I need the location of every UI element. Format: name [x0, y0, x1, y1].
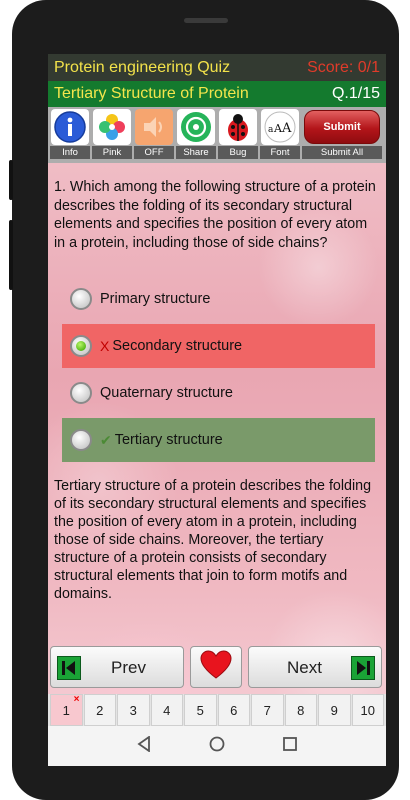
page-number-2[interactable]: 2	[83, 694, 116, 726]
android-navigation-bar	[48, 726, 386, 766]
option-label: Tertiary structure	[114, 432, 223, 448]
app-title: Protein engineering Quiz	[54, 58, 231, 76]
submit-all-group: Submit Submit All	[302, 109, 382, 161]
info-button[interactable]: Info	[50, 109, 90, 161]
option-secondary[interactable]: X Secondary structure	[62, 324, 375, 368]
submit-all-label: Submit All	[302, 146, 382, 159]
font-label: Font	[260, 146, 300, 159]
submit-button[interactable]: Submit	[304, 110, 380, 144]
topic-bar: Tertiary Structure of Protein Q.1/15	[48, 81, 386, 107]
share-label: Share	[176, 146, 216, 159]
radio-button[interactable]	[70, 288, 92, 310]
navigation-row: Prev Next	[50, 646, 384, 688]
bug-label: Bug	[218, 146, 258, 159]
question-text: 1. Which among the following structure o…	[54, 179, 376, 251]
page-number-label: 1	[62, 702, 70, 718]
page-number-4[interactable]: 4	[150, 694, 183, 726]
back-icon[interactable]	[137, 734, 151, 757]
speaker-icon	[135, 109, 173, 145]
page-number-label: 3	[129, 702, 137, 718]
favorite-button[interactable]	[190, 646, 242, 688]
page-number-5[interactable]: 5	[184, 694, 217, 726]
toolbar: Info Pink OFF Share Bug a A A Font Submi…	[48, 107, 386, 163]
page-number-3[interactable]: 3	[117, 694, 150, 726]
home-icon[interactable]	[209, 736, 225, 757]
info-label: Info	[50, 146, 90, 159]
submit-button-wrap: Submit	[302, 109, 382, 145]
share-button[interactable]: Share	[176, 109, 216, 161]
heart-icon	[200, 649, 232, 685]
radio-button-selected[interactable]	[70, 335, 92, 357]
page-number-label: 5	[196, 702, 204, 718]
theme-label: Pink	[92, 146, 132, 159]
share-icon	[177, 109, 215, 145]
bug-report-button[interactable]: Bug	[218, 109, 258, 161]
correct-check-icon: ✔	[100, 431, 112, 448]
page-number-label: 8	[297, 702, 305, 718]
topic-title: Tertiary Structure of Protein	[54, 85, 249, 102]
option-label: Secondary structure	[112, 338, 243, 354]
next-button[interactable]: Next	[248, 646, 382, 688]
page-number-9[interactable]: 9	[318, 694, 351, 726]
font-size-icon: aAA	[261, 109, 299, 145]
page-number-1[interactable]: 1 ×	[50, 694, 83, 726]
font-size-button[interactable]: aAA Font	[260, 109, 300, 161]
score-label: Score: 0/1	[307, 58, 380, 76]
info-icon	[51, 109, 89, 145]
recents-icon[interactable]	[283, 736, 297, 756]
prev-arrow-icon	[57, 656, 81, 680]
page-number-label: 4	[163, 702, 171, 718]
prev-button[interactable]: Prev	[50, 646, 184, 688]
wrong-mark-icon: X	[100, 338, 110, 354]
page-number-7[interactable]: 7	[251, 694, 284, 726]
option-quaternary[interactable]: Quaternary structure	[62, 371, 375, 415]
svg-text:A: A	[281, 121, 292, 136]
earpiece	[184, 18, 228, 23]
option-primary[interactable]: Primary structure	[62, 277, 375, 321]
question-page-strip: 1 × 2 3 4 5 6 7 8 9 10	[48, 694, 386, 726]
page-number-label: 7	[263, 702, 271, 718]
app-screen: Protein engineering Quiz Score: 0/1 Tert…	[48, 54, 386, 766]
prev-label: Prev	[111, 658, 146, 677]
radio-button[interactable]	[70, 382, 92, 404]
page-number-10[interactable]: 10	[351, 694, 384, 726]
phone-frame: Protein engineering Quiz Score: 0/1 Tert…	[9, 0, 399, 800]
option-label: Primary structure	[100, 291, 211, 307]
option-tertiary[interactable]: ✔ Tertiary structure	[62, 418, 375, 462]
radio-selected-dot	[76, 341, 86, 351]
next-arrow-icon	[351, 656, 375, 680]
radio-button[interactable]	[70, 429, 92, 451]
option-label: Quaternary structure	[100, 385, 233, 401]
page-number-label: 2	[96, 702, 104, 718]
volume-button	[9, 160, 13, 200]
theme-button[interactable]: Pink	[92, 109, 132, 161]
ladybug-icon	[219, 109, 257, 145]
page-number-8[interactable]: 8	[284, 694, 317, 726]
answer-explanation: Tertiary structure of a protein describe…	[54, 478, 372, 602]
next-label: Next	[287, 658, 322, 677]
sound-toggle[interactable]: OFF	[134, 109, 174, 161]
power-button	[9, 220, 13, 290]
page-number-label: 6	[230, 702, 238, 718]
question-counter: Q.1/15	[331, 85, 380, 102]
wrong-answer-marker: ×	[73, 694, 80, 705]
color-palette-icon	[93, 109, 131, 145]
page-number-label: 9	[330, 702, 338, 718]
title-bar: Protein engineering Quiz Score: 0/1	[48, 54, 386, 81]
page-number-label: 10	[360, 702, 375, 718]
sound-label: OFF	[134, 146, 174, 159]
page-number-6[interactable]: 6	[217, 694, 250, 726]
